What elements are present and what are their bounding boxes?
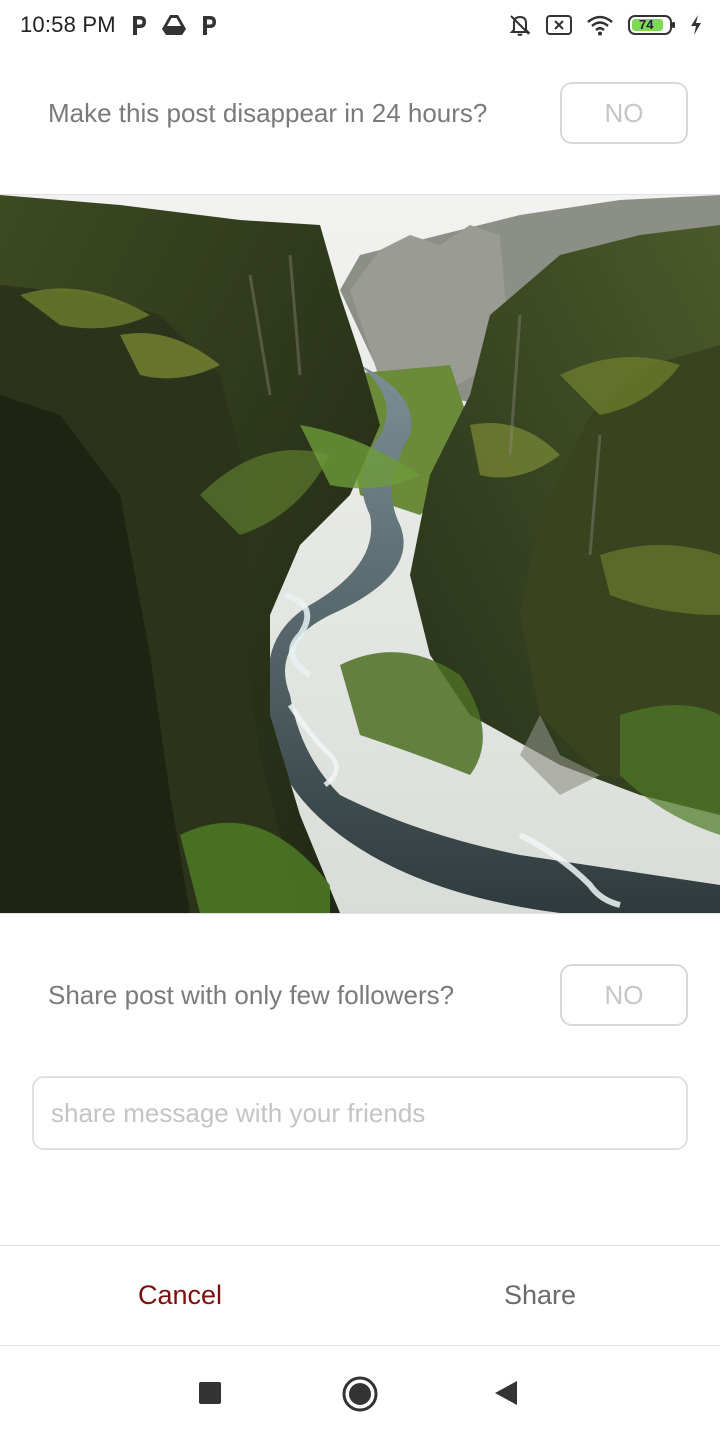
- action-bar: Cancel Share: [0, 1245, 720, 1345]
- p-icon: [130, 14, 148, 36]
- share-message-input[interactable]: [32, 1076, 688, 1150]
- followers-row: Share post with only few followers? NO: [0, 964, 720, 1026]
- followers-toggle-button[interactable]: NO: [560, 964, 688, 1026]
- battery-icon: 74: [628, 14, 676, 36]
- status-time: 10:58 PM: [20, 12, 116, 37]
- drive-icon: [161, 14, 186, 36]
- home-circle-icon[interactable]: [338, 1372, 382, 1416]
- share-button[interactable]: Share: [360, 1246, 720, 1345]
- back-triangle-icon[interactable]: [486, 1373, 526, 1413]
- status-bar: 10:58 PM 74: [0, 0, 720, 50]
- disappear-row: Make this post disappear in 24 hours? NO: [0, 82, 720, 144]
- cancel-button[interactable]: Cancel: [0, 1246, 360, 1345]
- divider: [0, 913, 720, 914]
- recents-square-icon[interactable]: [190, 1373, 230, 1413]
- disappear-toggle-button[interactable]: NO: [560, 82, 688, 144]
- battery-level: 74: [639, 17, 654, 32]
- followers-label: Share post with only few followers?: [48, 979, 455, 1010]
- no-sim-icon: [546, 14, 572, 36]
- wifi-icon: [586, 14, 614, 36]
- disappear-label: Make this post disappear in 24 hours?: [48, 97, 488, 128]
- navigation-bar: [0, 1345, 720, 1440]
- bell-off-icon: [508, 13, 532, 37]
- post-image: [0, 195, 720, 913]
- canyon-photo: [0, 195, 720, 913]
- share-post-screen: 10:58 PM 74 Make this post disappear in …: [0, 0, 720, 1440]
- charging-icon: [690, 14, 702, 36]
- p-icon: [200, 14, 218, 36]
